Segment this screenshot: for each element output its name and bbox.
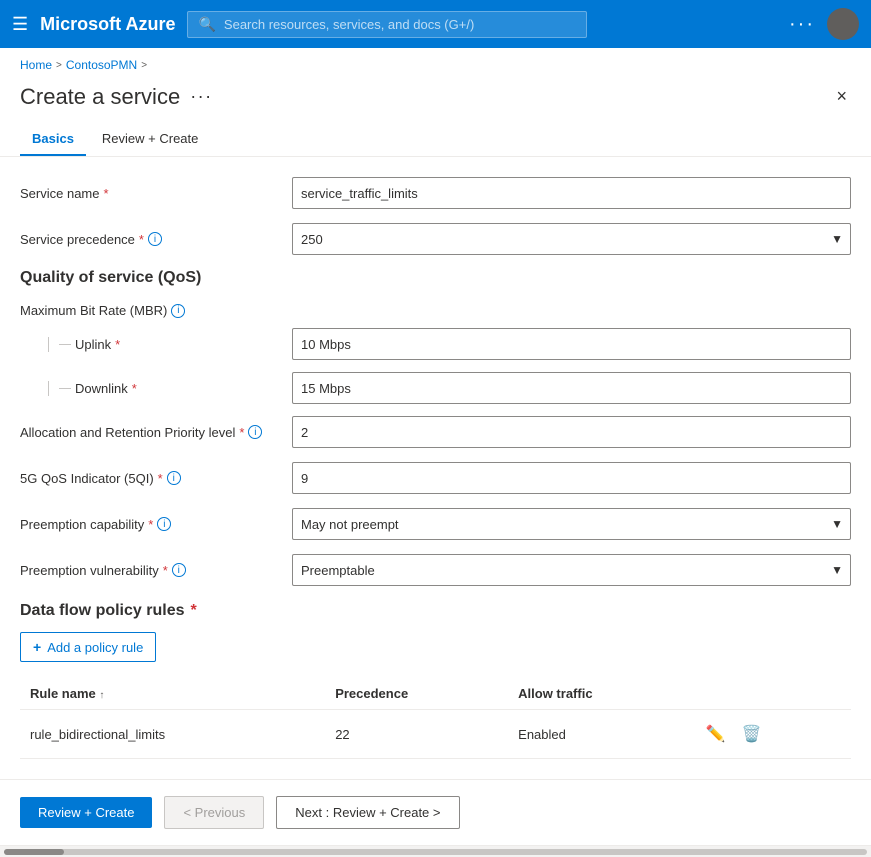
- review-create-button[interactable]: Review + Create: [20, 797, 152, 828]
- fiveqi-info-icon[interactable]: i: [167, 471, 181, 485]
- breadcrumb-parent[interactable]: ContosoPMN: [66, 58, 137, 72]
- downlink-row: Downlink *: [20, 372, 851, 404]
- fiveqi-required: *: [158, 471, 163, 486]
- preemption-cap-required: *: [148, 517, 153, 532]
- search-input[interactable]: [224, 17, 577, 32]
- azure-title: Microsoft Azure: [40, 14, 175, 35]
- preemption-vuln-select-wrapper: Preemptable Not preemptable ▼: [292, 554, 851, 586]
- breadcrumb: Home > ContosoPMN >: [0, 48, 871, 78]
- page-header: Create a service ··· ×: [0, 78, 871, 123]
- service-precedence-row: Service precedence * i 250 ▼: [20, 223, 851, 255]
- sort-icon: ↑: [99, 690, 104, 701]
- breadcrumb-sep-1: >: [56, 60, 62, 71]
- required-star-2: *: [139, 232, 144, 247]
- delete-button[interactable]: 🗑️: [740, 722, 764, 746]
- service-name-label: Service name *: [20, 186, 280, 201]
- service-precedence-label: Service precedence * i: [20, 232, 280, 247]
- uplink-label: Uplink *: [20, 337, 280, 352]
- arp-label: Allocation and Retention Priority level …: [20, 425, 280, 440]
- arp-input[interactable]: [292, 416, 851, 448]
- topnav: ☰ Microsoft Azure 🔍 ···: [0, 0, 871, 48]
- hamburger-icon[interactable]: ☰: [12, 14, 28, 35]
- downlink-input[interactable]: [292, 372, 851, 404]
- col-precedence: Precedence: [325, 678, 508, 710]
- page-more-icon[interactable]: ···: [190, 86, 212, 107]
- preemption-vuln-info-icon[interactable]: i: [172, 563, 186, 577]
- search-icon: 🔍: [198, 16, 215, 33]
- qos-section-title: Quality of service (QoS): [20, 269, 851, 287]
- col-actions: [694, 678, 851, 710]
- avatar[interactable]: [827, 8, 859, 40]
- breadcrumb-sep-2: >: [141, 60, 147, 71]
- cell-allow-traffic: Enabled: [508, 710, 694, 759]
- scrollbar-area: [0, 845, 871, 857]
- policy-required: *: [190, 602, 196, 620]
- rules-table-header: Rule name ↑ Precedence Allow traffic: [20, 678, 851, 710]
- uplink-input[interactable]: [292, 328, 851, 360]
- tab-basics[interactable]: Basics: [20, 123, 86, 156]
- policy-rules-section: Data flow policy rules * + Add a policy …: [20, 602, 851, 759]
- preemption-vuln-select[interactable]: Preemptable Not preemptable: [292, 554, 851, 586]
- col-allow-traffic: Allow traffic: [508, 678, 694, 710]
- preemption-cap-select[interactable]: May not preempt May preempt: [292, 508, 851, 540]
- arp-row: Allocation and Retention Priority level …: [20, 416, 851, 448]
- mbr-label: Maximum Bit Rate (MBR) i: [20, 303, 280, 318]
- cell-actions: ✏️ 🗑️: [694, 710, 851, 759]
- mbr-header: Maximum Bit Rate (MBR) i: [20, 303, 851, 318]
- service-name-row: Service name *: [20, 177, 851, 209]
- mbr-info-icon[interactable]: i: [171, 304, 185, 318]
- search-bar[interactable]: 🔍: [187, 11, 587, 38]
- rules-table-body: rule_bidirectional_limits 22 Enabled ✏️ …: [20, 710, 851, 759]
- downlink-label: Downlink *: [20, 381, 280, 396]
- delete-icon: 🗑️: [742, 726, 762, 743]
- fiveqi-row: 5G QoS Indicator (5QI) * i: [20, 462, 851, 494]
- service-precedence-select[interactable]: 250: [292, 223, 851, 255]
- fiveqi-input[interactable]: [292, 462, 851, 494]
- preemption-vuln-required: *: [163, 563, 168, 578]
- plus-icon: +: [33, 639, 41, 655]
- preemption-cap-info-icon[interactable]: i: [157, 517, 171, 531]
- table-row: rule_bidirectional_limits 22 Enabled ✏️ …: [20, 710, 851, 759]
- page-header-left: Create a service ···: [20, 84, 213, 110]
- edit-icon: ✏️: [706, 726, 726, 743]
- topnav-more-icon[interactable]: ···: [789, 13, 815, 36]
- preemption-vuln-label: Preemption vulnerability * i: [20, 563, 280, 578]
- add-policy-rule-button[interactable]: + Add a policy rule: [20, 632, 156, 662]
- footer: Review + Create < Previous Next : Review…: [0, 779, 871, 845]
- scrollbar-thumb[interactable]: [4, 849, 64, 855]
- cell-rule-name: rule_bidirectional_limits: [20, 710, 325, 759]
- fiveqi-label: 5G QoS Indicator (5QI) * i: [20, 471, 280, 486]
- arp-info-icon[interactable]: i: [248, 425, 262, 439]
- preemption-cap-label: Preemption capability * i: [20, 517, 280, 532]
- service-precedence-select-wrapper: 250 ▼: [292, 223, 851, 255]
- previous-button[interactable]: < Previous: [164, 796, 264, 829]
- close-button[interactable]: ×: [832, 82, 851, 111]
- next-button[interactable]: Next : Review + Create >: [276, 796, 459, 829]
- arp-required: *: [239, 425, 244, 440]
- preemption-vuln-row: Preemption vulnerability * i Preemptable…: [20, 554, 851, 586]
- preemption-cap-row: Preemption capability * i May not preemp…: [20, 508, 851, 540]
- edit-button[interactable]: ✏️: [704, 722, 728, 746]
- breadcrumb-home[interactable]: Home: [20, 58, 52, 72]
- cell-precedence: 22: [325, 710, 508, 759]
- col-rule-name: Rule name ↑: [20, 678, 325, 710]
- required-star: *: [103, 186, 108, 201]
- topnav-right: ···: [789, 8, 859, 40]
- uplink-required: *: [115, 337, 120, 352]
- downlink-required: *: [132, 381, 137, 396]
- policy-section-title: Data flow policy rules *: [20, 602, 851, 620]
- tabs: Basics Review + Create: [0, 123, 871, 157]
- preemption-cap-select-wrapper: May not preempt May preempt ▼: [292, 508, 851, 540]
- page-title: Create a service: [20, 84, 180, 110]
- service-name-input[interactable]: [292, 177, 851, 209]
- scrollbar-track[interactable]: [4, 849, 867, 855]
- content-wrapper: Home > ContosoPMN > Create a service ···…: [0, 48, 871, 857]
- tab-review-create[interactable]: Review + Create: [90, 123, 210, 156]
- uplink-row: Uplink *: [20, 328, 851, 360]
- service-precedence-info-icon[interactable]: i: [148, 232, 162, 246]
- rules-table: Rule name ↑ Precedence Allow traffic rul…: [20, 678, 851, 759]
- form-area: Service name * Service precedence * i 25…: [0, 157, 871, 779]
